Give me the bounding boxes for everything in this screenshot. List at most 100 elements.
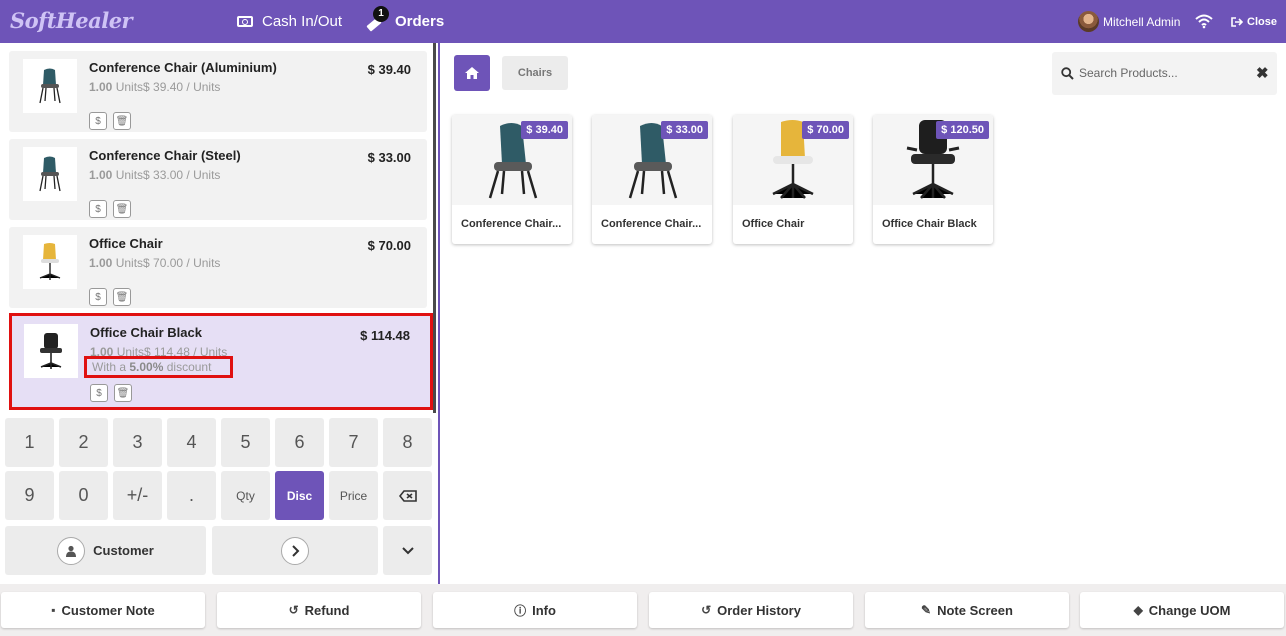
product-name: Conference Chair... [461,218,562,230]
product-card[interactable]: $ 70.00 Office Chair [733,115,853,244]
cash-icon [237,16,253,27]
numpad-1[interactable]: 1 [5,418,54,467]
breadcrumb-chairs[interactable]: Chairs [502,56,568,90]
product-price-tag: $ 70.00 [802,121,849,139]
numpad-6[interactable]: 6 [275,418,324,467]
numpad-5[interactable]: 5 [221,418,270,467]
orderline-price: $ 33.00 [367,150,411,165]
product-card[interactable]: $ 33.00 Conference Chair... [592,115,712,244]
orderline[interactable]: Conference Chair (Steel) $ 33.00 1.00 Un… [9,139,427,220]
payment-button[interactable] [212,526,378,575]
orderline-name: Conference Chair (Steel) [89,148,241,163]
orders-button[interactable]: 1 Orders [366,0,444,43]
price-button[interactable]: $ [89,200,107,218]
clear-search-icon[interactable]: ✖ [1256,64,1269,82]
orderline-info: 1.00 Units$ 70.00 / Units [89,256,221,270]
orderline-price: $ 70.00 [367,238,411,253]
user-menu[interactable]: Mitchell Admin [1078,0,1180,43]
chevron-down-icon [401,546,414,554]
orderline-info: 1.00 Units$ 39.40 / Units [89,80,221,94]
history-icon: ↺ [701,603,712,617]
numpad-2[interactable]: 2 [59,418,108,467]
edit-icon: ✎ [921,603,932,617]
numpad-8[interactable]: 8 [383,418,432,467]
refund-button[interactable]: ↺ Refund [217,592,421,628]
sign-out-icon [1231,16,1243,27]
note-screen-label: Note Screen [937,602,1013,618]
refund-label: Refund [304,602,350,618]
orderline-selected[interactable]: Office Chair Black $ 114.48 1.00 Units$ … [9,313,433,410]
search-box: ✖ [1052,52,1277,95]
top-bar: SoftHealer Cash In/Out 1 Orders Mitchell… [0,0,1286,43]
close-label: Close [1247,15,1277,28]
orders-count-badge: 1 [373,5,389,22]
orders-label: Orders [395,13,445,30]
ticket-icon: 1 [366,5,389,32]
order-history-label: Order History [717,602,801,618]
cash-in-out-label: Cash In/Out [262,13,343,30]
numpad-price-mode[interactable]: Price [329,471,378,520]
orderline-name: Office Chair [89,236,163,251]
orderline[interactable]: Conference Chair (Aluminium) $ 39.40 1.0… [9,51,427,132]
product-thumbnail [23,147,77,201]
home-icon [465,67,479,79]
product-price-tag: $ 39.40 [521,121,568,139]
orderline-price: $ 114.48 [360,328,410,343]
control-bar: ▪ Customer Note ↺ Refund ⓘ Info ↺ Order … [0,584,1286,636]
customer-button[interactable]: Customer [5,526,206,575]
customer-note-button[interactable]: ▪ Customer Note [1,592,205,628]
tag-icon: ◆ [1133,603,1143,617]
product-thumbnail [23,59,77,113]
numpad-7[interactable]: 7 [329,418,378,467]
numpad-decimal[interactable]: . [167,471,216,520]
chevron-right-icon [281,536,309,565]
product-card[interactable]: $ 39.40 Conference Chair... [452,115,572,244]
orderline-price: $ 39.40 [367,62,411,77]
note-screen-button[interactable]: ✎ Note Screen [865,592,1069,628]
cash-in-out-button[interactable]: Cash In/Out [237,0,342,43]
numpad-disc-mode[interactable]: Disc [275,471,324,520]
more-options-button[interactable] [383,526,432,575]
trash-icon[interactable]: 🗑 [113,112,131,130]
orderline-name: Conference Chair (Aluminium) [89,60,277,75]
change-uom-button[interactable]: ◆ Change UOM [1080,592,1284,628]
numpad-9[interactable]: 9 [5,471,54,520]
product-price-tag: $ 33.00 [661,121,708,139]
price-button[interactable]: $ [90,384,108,402]
product-name: Conference Chair... [601,218,702,230]
discount-note: With a 5.00% discount [84,356,233,378]
brand-logo: SoftHealer [10,8,133,33]
close-button[interactable]: Close [1231,0,1277,43]
avatar [1078,11,1099,32]
numpad-4[interactable]: 4 [167,418,216,467]
product-name: Office Chair [742,218,805,230]
order-lines: Conference Chair (Aluminium) $ 39.40 1.0… [0,43,440,413]
price-button[interactable]: $ [89,288,107,306]
price-button[interactable]: $ [89,112,107,130]
product-thumbnail [23,235,77,289]
numpad-plus-minus[interactable]: +/- [113,471,162,520]
backspace-icon [398,489,417,502]
numpad-0[interactable]: 0 [59,471,108,520]
numpad-qty-mode[interactable]: Qty [221,471,270,520]
trash-icon[interactable]: 🗑 [113,200,131,218]
product-card[interactable]: $ 120.50 Office Chair Black [873,115,993,244]
order-scrollbar[interactable] [433,43,436,413]
order-history-button[interactable]: ↺ Order History [649,592,853,628]
trash-icon[interactable]: 🗑 [113,288,131,306]
orderline-name: Office Chair Black [90,325,202,340]
customer-note-label: Customer Note [61,602,155,618]
numpad-3[interactable]: 3 [113,418,162,467]
product-thumbnail [24,324,78,378]
home-button[interactable] [454,55,490,91]
numpad-backspace[interactable] [383,471,432,520]
customer-label: Customer [93,543,154,558]
orderline-info: 1.00 Units$ 33.00 / Units [89,168,221,182]
user-name: Mitchell Admin [1103,14,1181,29]
trash-icon[interactable]: 🗑 [114,384,132,402]
user-icon [57,536,86,565]
info-button[interactable]: ⓘ Info [433,592,637,628]
orderline[interactable]: Office Chair $ 70.00 1.00 Units$ 70.00 /… [9,227,427,308]
change-uom-label: Change UOM [1148,602,1231,618]
search-input[interactable] [1079,63,1249,83]
